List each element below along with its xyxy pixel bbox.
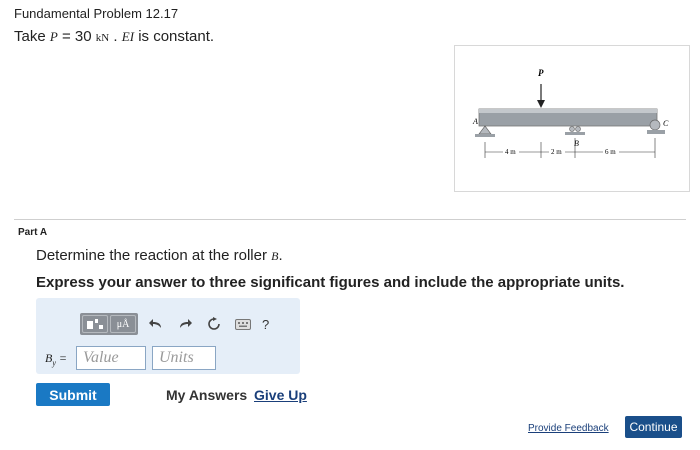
- question-text: Determine the reaction at the roller B.: [36, 247, 283, 264]
- problem-title: Fundamental Problem 12.17: [14, 6, 179, 21]
- answer-label: By =: [45, 351, 67, 367]
- keyboard-icon[interactable]: [232, 313, 254, 335]
- load-equals: = 30: [61, 28, 92, 45]
- ground-b: [565, 132, 585, 135]
- beam-diagram: P A B C 4 m 2 m 6 m: [472, 68, 669, 158]
- beam-figure: P A B C 4 m 2 m 6 m: [454, 45, 690, 192]
- beam-highlight: [479, 109, 657, 113]
- load-var: P: [49, 29, 58, 44]
- part-label: Part A: [18, 227, 48, 238]
- load-arrow-head: [537, 100, 545, 108]
- reset-icon[interactable]: [203, 313, 225, 335]
- roller-b-right: [575, 126, 581, 132]
- template-group: μÅ: [80, 313, 138, 335]
- ground-a: [475, 134, 495, 137]
- problem-statement: Take P = 30 kN . EI is constant.: [14, 28, 214, 45]
- redo-icon[interactable]: [174, 313, 196, 335]
- pin-support-a: [478, 125, 492, 135]
- units-symbol-button[interactable]: μÅ: [110, 315, 136, 333]
- support-a-label: A: [472, 117, 478, 126]
- stiffness-var: EI: [121, 29, 135, 44]
- answer-label-eq: =: [58, 351, 68, 365]
- load-label: P: [538, 68, 544, 78]
- statement-suffix: is constant.: [138, 28, 215, 45]
- templates-button[interactable]: [82, 315, 108, 333]
- templates-icon: [87, 319, 103, 329]
- statement-prefix: Take: [14, 28, 46, 45]
- roller-b-left: [569, 126, 575, 132]
- help-icon[interactable]: ?: [262, 317, 269, 332]
- section-divider: [14, 219, 686, 220]
- value-input[interactable]: [76, 346, 146, 370]
- statement-separator: .: [113, 28, 118, 45]
- support-c-label: C: [663, 119, 669, 128]
- math-toolbar: μÅ ?: [80, 313, 269, 335]
- undo-icon[interactable]: [145, 313, 167, 335]
- my-answers-link[interactable]: My Answers: [166, 387, 247, 403]
- continue-button[interactable]: Continue: [625, 416, 682, 438]
- instruction-text: Express your answer to three significant…: [36, 274, 625, 291]
- units-input[interactable]: [152, 346, 216, 370]
- dim-3-label: 6 m: [605, 148, 616, 156]
- submit-button[interactable]: Submit: [36, 383, 110, 406]
- ground-c: [647, 130, 665, 134]
- give-up-link[interactable]: Give Up: [254, 387, 307, 403]
- question-prefix: Determine the reaction at the roller: [36, 247, 267, 264]
- answer-label-sub: y: [52, 358, 56, 368]
- pin-support-c: [649, 119, 661, 131]
- dim-1-label: 4 m: [505, 148, 516, 156]
- provide-feedback-link[interactable]: Provide Feedback: [528, 423, 609, 434]
- dim-2-label: 2 m: [551, 148, 562, 156]
- load-unit: kN: [95, 32, 110, 44]
- question-suffix: .: [278, 247, 283, 264]
